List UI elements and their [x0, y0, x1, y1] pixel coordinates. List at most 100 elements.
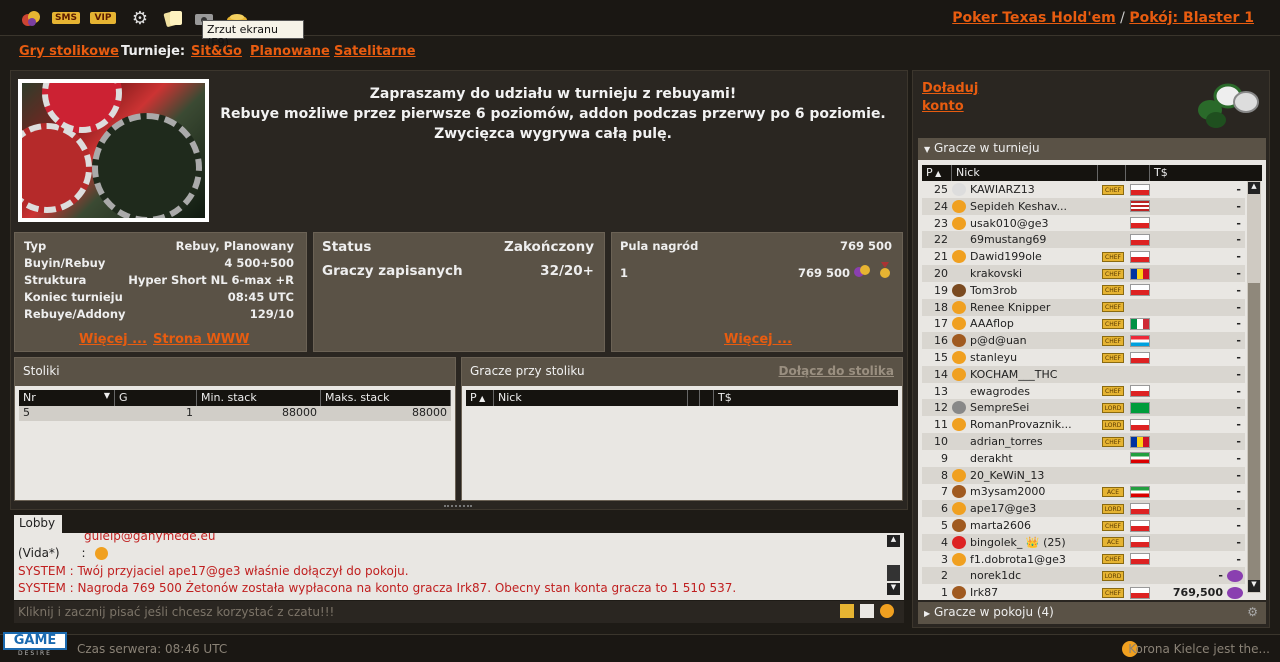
player-row[interactable]: 20 krakovski CHEF - [922, 265, 1245, 282]
player-row[interactable]: 13 ewagrodes CHEF - [922, 383, 1245, 400]
chat-input[interactable]: Kliknij i zacznij pisać jeśli chcesz kor… [14, 601, 904, 623]
player-nick[interactable]: RomanProvaznik... [970, 418, 1098, 431]
player-nick[interactable]: KOCHAM___THC [970, 368, 1098, 381]
player-nick[interactable]: AAAflop [970, 317, 1098, 330]
player-row[interactable]: 16 p@d@uan CHEF - [922, 332, 1245, 350]
player-nick[interactable]: derakht [970, 452, 1098, 465]
chat-scrollbar[interactable]: ▲ ▼ [887, 535, 900, 597]
player-row[interactable]: 14 KOCHAM___THC - [922, 365, 1245, 383]
column-header-p[interactable]: P ▲ [466, 390, 494, 406]
player-nick[interactable]: ape17@ge3 [970, 502, 1098, 515]
player-row[interactable]: 3 f1.dobrota1@ge3 CHEF - [922, 551, 1245, 568]
player-nick[interactable]: bingolek_ 👑 (25) [970, 536, 1098, 549]
table-row[interactable]: 5 1 88000 88000 [19, 406, 451, 421]
player-row[interactable]: 9 derakht - [922, 450, 1245, 467]
player-nick[interactable]: KAWIARZ13 [970, 183, 1098, 196]
player-nick[interactable]: krakovski [970, 267, 1098, 280]
player-row[interactable]: 19 Tom3rob CHEF - [922, 282, 1245, 299]
player-row[interactable]: 1 Irk87 CHEF 769,500 [922, 584, 1245, 601]
cards-icon[interactable] [162, 9, 184, 27]
player-nick[interactable]: f1.dobrota1@ge3 [970, 553, 1098, 566]
scrollbar-thumb[interactable] [1248, 283, 1260, 581]
room-title-link[interactable]: Pokój: Blaster 1 [1129, 10, 1254, 26]
game-title-link[interactable]: Poker Texas Hold'em [952, 10, 1115, 26]
player-row[interactable]: 10 adrian_torres CHEF - [922, 433, 1245, 450]
player-nick[interactable]: m3ysam2000 [970, 485, 1098, 498]
player-nick[interactable]: adrian_torres [970, 435, 1098, 448]
column-header-nr[interactable]: Nr ▼ [19, 390, 115, 406]
player-nick[interactable]: Sepideh Keshav... [970, 200, 1098, 213]
sms-icon[interactable]: SMS [52, 12, 80, 24]
folder-icon[interactable] [840, 604, 854, 618]
column-header-flag[interactable] [1126, 165, 1150, 181]
column-header-ts[interactable]: T$ [714, 390, 898, 406]
column-header-badge[interactable] [1098, 165, 1126, 181]
player-row[interactable]: 21 Dawid199ole CHEF - [922, 248, 1245, 265]
settings-icon[interactable]: ⚙ [1247, 605, 1258, 619]
tournament-players-header[interactable]: ▼ Gracze w turnieju [918, 138, 1266, 160]
player-nick[interactable]: Renee Knipper [970, 301, 1098, 314]
more-details-link[interactable]: Więcej ... [79, 332, 147, 347]
resize-handle[interactable] [444, 505, 472, 508]
book-icon[interactable] [860, 604, 874, 618]
player-row[interactable]: 6 ape17@ge3 LORD - [922, 500, 1245, 518]
player-row[interactable]: 22 69mustang69 - [922, 231, 1245, 249]
player-row[interactable]: 18 Renee Knipper CHEF - [922, 298, 1245, 316]
scroll-down-icon[interactable]: ▼ [887, 583, 900, 595]
player-nick[interactable]: 20_KeWiN_13 [970, 469, 1098, 482]
player-row[interactable]: 7 m3ysam2000 ACE - [922, 483, 1245, 500]
vip-icon[interactable]: VIP [90, 12, 116, 24]
player-row[interactable]: 8 20_KeWiN_13 - [922, 466, 1245, 484]
column-header-g[interactable]: G [115, 390, 197, 406]
room-players-header[interactable]: ▶ Gracze w pokoju (4) ⚙ [918, 602, 1266, 624]
news-ticker[interactable]: Korona Kielce jest the... [1128, 642, 1270, 656]
player-row[interactable]: 15 stanleyu CHEF - [922, 349, 1245, 366]
player-row[interactable]: 24 Sepideh Keshav... - [922, 197, 1245, 215]
players-scrollbar[interactable]: ▲ ▼ [1247, 181, 1261, 593]
player-row[interactable]: 5 marta2606 CHEF - [922, 517, 1245, 534]
player-row[interactable]: 11 RomanProvaznik... LORD - [922, 416, 1245, 433]
column-header-min-stack[interactable]: Min. stack [197, 390, 321, 406]
player-row[interactable]: 4 bingolek_ 👑 (25) ACE - [922, 533, 1245, 551]
column-header-badge[interactable] [688, 390, 700, 406]
tab-planned[interactable]: Planowane [250, 44, 330, 59]
website-link[interactable]: Strona WWW [153, 332, 250, 347]
scroll-up-icon[interactable]: ▲ [887, 535, 900, 547]
tab-table-games[interactable]: Gry stolikowe [19, 44, 119, 59]
top-up-account-link[interactable]: Doładuj konto [922, 80, 978, 116]
column-header-max-stack[interactable]: Maks. stack [321, 390, 451, 406]
join-table-link[interactable]: Dołącz do stolika [779, 364, 894, 378]
player-nick[interactable]: norek1dc [970, 569, 1098, 582]
player-nick[interactable]: 69mustang69 [970, 233, 1098, 246]
gears-icon[interactable]: ⚙ [128, 8, 152, 29]
chips-icon[interactable] [20, 9, 42, 27]
column-header-nick[interactable]: Nick [952, 165, 1098, 181]
player-row[interactable]: 17 AAAflop CHEF - [922, 315, 1245, 332]
player-nick[interactable]: usak010@ge3 [970, 217, 1098, 230]
column-header-flag[interactable] [700, 390, 714, 406]
tab-lobby[interactable]: Lobby [14, 515, 62, 533]
column-header-p[interactable]: P ▲ [922, 165, 952, 181]
player-nick[interactable]: SempreSei [970, 401, 1098, 414]
scrollbar-thumb[interactable] [887, 565, 900, 581]
more-prizes-link[interactable]: Więcej ... [724, 332, 792, 347]
player-row[interactable]: 12 SempreSei LORD - [922, 399, 1245, 417]
player-nick[interactable]: marta2606 [970, 519, 1098, 532]
player-nick[interactable]: ewagrodes [970, 385, 1098, 398]
player-row[interactable]: 25 KAWIARZ13 CHEF - [922, 181, 1245, 198]
player-nick[interactable]: p@d@uan [970, 334, 1098, 347]
player-nick[interactable]: Tom3rob [970, 284, 1098, 297]
scroll-up-icon[interactable]: ▲ [1248, 182, 1260, 194]
player-row[interactable]: 23 usak010@ge3 - [922, 215, 1245, 232]
scroll-down-icon[interactable]: ▼ [1248, 580, 1260, 592]
game-desire-logo[interactable]: GAME DESIRE [3, 632, 67, 662]
player-nick[interactable]: stanleyu [970, 351, 1098, 364]
player-row[interactable]: 2 norek1dc LORD - [922, 567, 1245, 585]
chat-author[interactable]: (Vida*) [18, 546, 60, 560]
smiley-icon[interactable] [880, 604, 894, 618]
column-header-nick[interactable]: Nick [494, 390, 688, 406]
column-header-ts[interactable]: T$ [1150, 165, 1262, 181]
player-nick[interactable]: Dawid199ole [970, 250, 1098, 263]
tab-satellite[interactable]: Satelitarne [334, 44, 416, 59]
player-nick[interactable]: Irk87 [970, 586, 1098, 599]
